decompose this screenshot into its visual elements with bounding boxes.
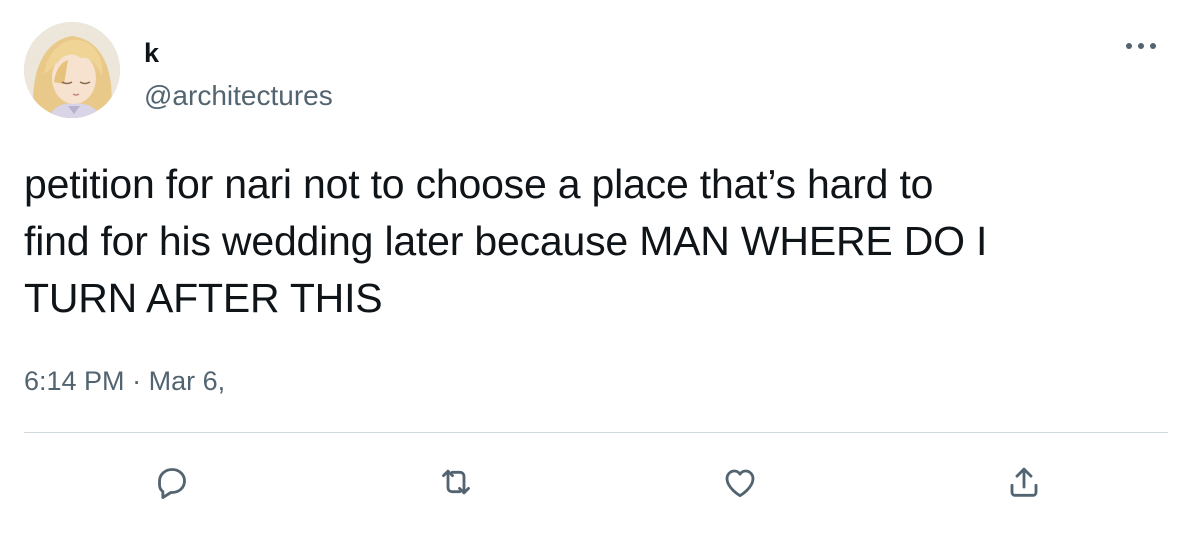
more-options-button[interactable] [1126, 34, 1166, 58]
more-horizontal-icon-dot [1150, 43, 1156, 49]
reply-icon [158, 468, 186, 499]
tweet-metadata: 6:14 PM · Mar 6, [24, 365, 225, 397]
heart-icon [725, 469, 755, 498]
share-icon [1010, 467, 1038, 497]
avatar[interactable] [24, 22, 120, 118]
like-button[interactable] [718, 460, 762, 504]
tweet-date[interactable]: Mar 6, [149, 366, 226, 396]
retweet-button[interactable] [434, 460, 478, 504]
tweet-text: petition for nari not to choose a place … [24, 161, 988, 321]
avatar-image [24, 22, 120, 118]
meta-separator: · [132, 366, 142, 396]
display-name[interactable]: k [144, 38, 159, 68]
more-horizontal-icon-dot [1138, 43, 1144, 49]
user-handle[interactable]: @architectures [144, 80, 333, 112]
reply-button[interactable] [150, 460, 194, 504]
share-button[interactable] [1002, 460, 1046, 504]
divider [24, 432, 1168, 433]
more-horizontal-icon [1126, 43, 1132, 49]
tweet-time[interactable]: 6:14 PM [24, 366, 125, 396]
tweet: k @architectures petition for nari not t… [0, 0, 1192, 554]
retweet-icon [442, 469, 470, 495]
tweet-actions [0, 460, 1192, 504]
